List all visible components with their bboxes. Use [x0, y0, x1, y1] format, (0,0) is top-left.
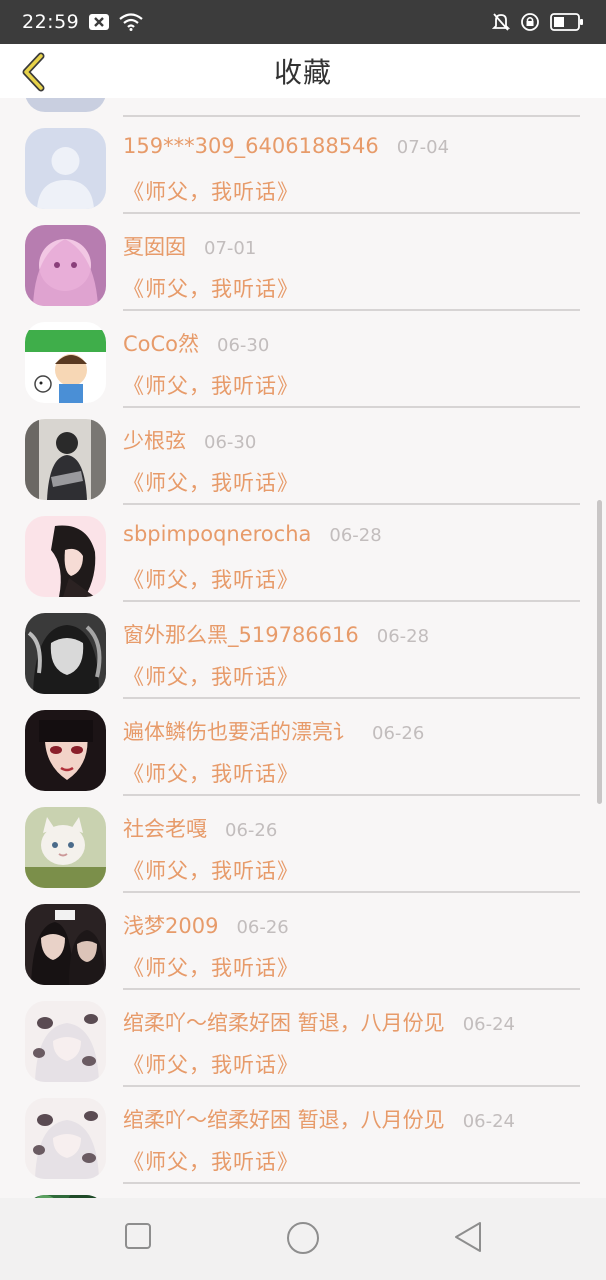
favorite-date: 07-01	[204, 238, 257, 259]
list-item[interactable]: CoCo然 06-30 《师父，我听话》	[0, 302, 606, 408]
user-name: 绾柔吖～绾柔好困 暂退，八月份见	[123, 1011, 445, 1035]
list-item-text: 遍体鳞伤也要活的漂亮讠 06-26 《师父，我听话》	[123, 716, 580, 796]
anime-girl-pink-avatar	[25, 225, 106, 306]
user-name: CoCo然	[123, 332, 200, 356]
circle-home-icon	[287, 1222, 319, 1254]
book-title: 《师父，我听话》	[123, 665, 299, 689]
square-recents-icon	[125, 1223, 151, 1249]
anime-cow-light-avatar	[25, 1098, 106, 1179]
cartoon-boy-green-avatar	[25, 322, 106, 403]
user-name: 社会老嘎	[123, 817, 207, 841]
book-title: 《师父，我听话》	[123, 180, 299, 204]
list-item-text: 少根弦 06-30 《师父，我听话》	[123, 425, 580, 505]
book-title: 《师父，我听话》	[123, 762, 299, 786]
favorite-date: 07-04	[396, 137, 450, 158]
favorite-date: 06-24	[462, 1014, 515, 1035]
status-time: 22:59	[22, 11, 80, 33]
book-title: 《师父，我听话》	[123, 1150, 299, 1174]
favorite-date: 06-26	[372, 723, 425, 744]
anime-pink-black-avatar	[25, 516, 106, 597]
favorites-list[interactable]: 159***309_6406188546 07-04 《师父，我听话》 夏囡囡 …	[0, 98, 606, 1198]
list-item-text: 159***309_6406188546 07-04 《师父，我听话》	[123, 134, 580, 214]
user-name: 遍体鳞伤也要活的漂亮讠	[123, 720, 354, 744]
book-title: 《师父，我听话》	[123, 1053, 299, 1077]
list-item-text: 绾柔吖～绾柔好困 暂退，八月份见 06-24 《师父，我听话》	[123, 1007, 580, 1087]
bell-muted-icon	[492, 12, 510, 32]
battery-icon	[550, 13, 584, 31]
bw-photo-girl-avatar	[25, 613, 106, 694]
anime-girl-dark-hair-avatar	[25, 710, 106, 791]
list-item[interactable]: 绾柔吖～绾柔好困 暂退，八月份见 06-24 《师父，我听话》	[0, 981, 606, 1087]
user-name: sbpimpoqnerocha	[123, 522, 312, 546]
list-item[interactable]	[0, 1175, 606, 1198]
favorite-date: 06-26	[236, 917, 289, 938]
favorite-date: 06-24	[462, 1111, 515, 1132]
close-box-icon	[89, 14, 110, 30]
list-item-text: 夏囡囡 07-01 《师父，我听话》	[123, 231, 580, 311]
photo-person-dark-avatar	[25, 419, 106, 500]
anime-cow-light-avatar	[25, 1001, 106, 1082]
book-title: 《师父，我听话》	[123, 374, 299, 398]
lock-rotate-icon	[520, 12, 540, 32]
wifi-icon	[119, 13, 143, 31]
user-name: 浅梦2009	[123, 914, 219, 938]
user-name: 159***309_6406188546	[123, 134, 379, 158]
list-item[interactable]: 夏囡囡 07-01 《师父，我听话》	[0, 205, 606, 311]
system-nav-bar	[0, 1198, 606, 1280]
list-item[interactable]: 窗外那么黑_519786616 06-28 《师父，我听话》	[0, 593, 606, 699]
nav-back-button[interactable]	[452, 1220, 484, 1254]
user-name: 绾柔吖～绾柔好困 暂退，八月份见	[123, 1108, 445, 1132]
favorite-date: 06-28	[329, 525, 382, 546]
user-name: 夏囡囡	[123, 235, 186, 259]
back-button[interactable]	[14, 50, 54, 94]
scrollbar[interactable]	[597, 500, 602, 804]
chevron-left-icon	[22, 52, 45, 92]
header: 收藏	[0, 44, 606, 98]
triangle-back-icon	[455, 1222, 481, 1252]
list-item-text: CoCo然 06-30 《师父，我听话》	[123, 328, 580, 408]
favorite-date: 06-26	[225, 820, 278, 841]
status-bar: 22:59	[0, 0, 606, 44]
book-title: 《师父，我听话》	[123, 956, 299, 980]
list-item[interactable]: 社会老嘎 06-26 《师父，我听话》	[0, 787, 606, 893]
white-cat-avatar	[25, 807, 106, 888]
list-item-text: 绾柔吖～绾柔好困 暂退，八月份见 06-24 《师父，我听话》	[123, 1104, 580, 1184]
book-title: 《师父，我听话》	[123, 471, 299, 495]
list-item[interactable]: 159***309_6406188546 07-04 《师父，我听话》	[0, 108, 606, 214]
favorite-date: 06-30	[217, 335, 270, 356]
favorite-date: 06-28	[376, 626, 430, 647]
list-item-text: 浅梦2009 06-26 《师父，我听话》	[123, 910, 580, 990]
list-item-text: sbpimpoqnerocha 06-28 《师父，我听话》	[123, 522, 580, 602]
page-title: 收藏	[273, 56, 332, 89]
list-item-text: 社会老嘎 06-26 《师父，我听话》	[123, 813, 580, 893]
book-title: 《师父，我听话》	[123, 859, 299, 883]
list-item[interactable]: 少根弦 06-30 《师父，我听话》	[0, 399, 606, 505]
list-item[interactable]	[0, 98, 606, 117]
home-button[interactable]	[285, 1220, 321, 1256]
list-item[interactable]: 遍体鳞伤也要活的漂亮讠 06-26 《师父，我听话》	[0, 690, 606, 796]
user-name: 少根弦	[123, 429, 186, 453]
list-item[interactable]: sbpimpoqnerocha 06-28 《师父，我听话》	[0, 496, 606, 602]
recents-button[interactable]	[122, 1220, 154, 1252]
default-avatar-avatar	[25, 128, 106, 209]
book-title: 《师父，我听话》	[123, 568, 299, 592]
list-item-text: 窗外那么黑_519786616 06-28 《师父，我听话》	[123, 619, 580, 699]
favorite-date: 06-30	[204, 432, 257, 453]
list-item[interactable]: 浅梦2009 06-26 《师父，我听话》	[0, 884, 606, 990]
book-title: 《师父，我听话》	[123, 277, 299, 301]
user-name: 窗外那么黑_519786616	[123, 623, 359, 647]
list-item[interactable]: 绾柔吖～绾柔好困 暂退，八月份见 06-24 《师父，我听话》	[0, 1078, 606, 1184]
photo-girls-dark-avatar	[25, 904, 106, 985]
